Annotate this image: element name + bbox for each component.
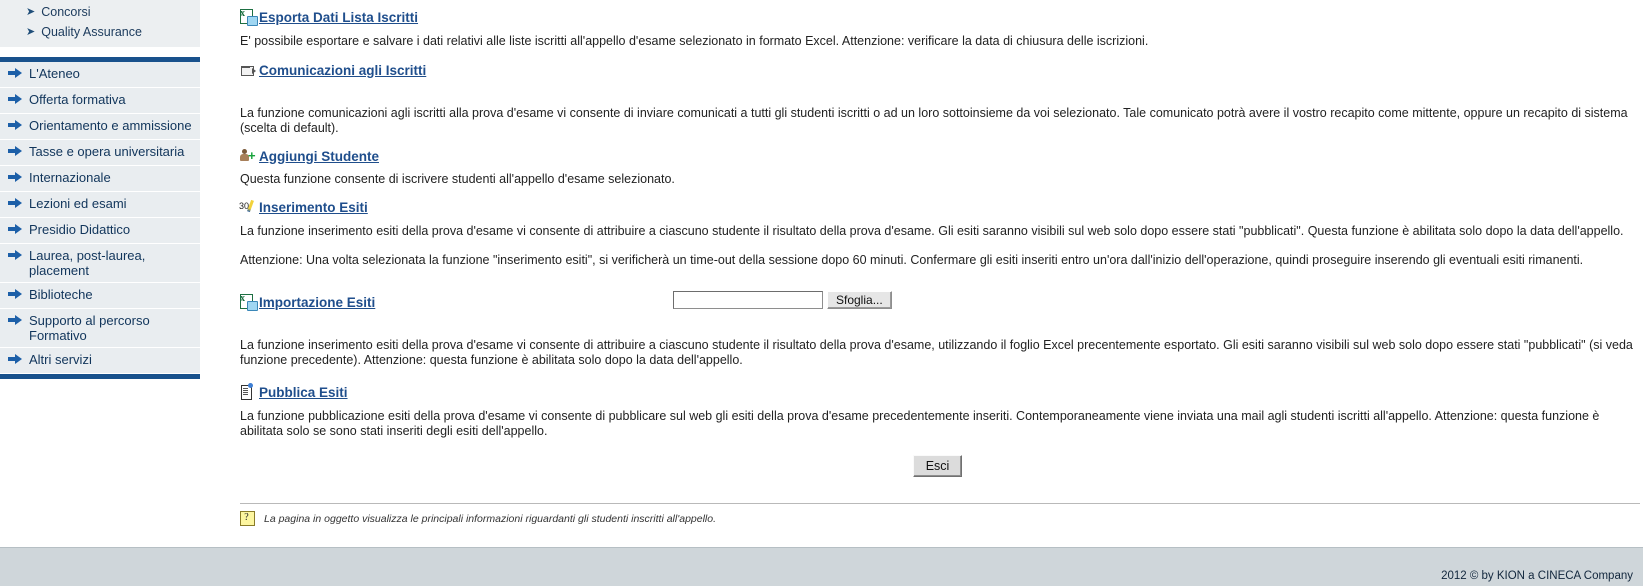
sidebar-item-label: Orientamento e ammissione [29,118,192,133]
paragraph-pubblica: La funzione pubblicazione esiti della pr… [240,409,1600,438]
sidebar-item-altri-servizi[interactable]: Altri servizi [0,348,200,374]
excel-import-icon: x [240,293,258,311]
link-importazione-esiti[interactable]: Importazione Esiti [259,295,375,310]
paragraph-comunicazioni: La funzione comunicazioni agli iscritti … [240,106,1628,135]
arrow-right-icon [8,94,22,104]
page-note-text: La pagina in oggetto visualizza le princ… [264,512,717,525]
section-header-esporta: x Esporta Dati Lista Iscritti [240,7,418,27]
sidebar-nav: L'Ateneo Offerta formativa Orientamento … [0,57,200,379]
arrow-right-icon [8,289,22,299]
sidebar-item-label: L'Ateneo [29,66,80,81]
sidebar-subitem-concorsi[interactable]: ➤ Concorsi [0,2,200,22]
sidebar-item-orientamento-e-ammissione[interactable]: Orientamento e ammissione [0,114,200,140]
sidebar-item-supporto-al-percorso-formativo[interactable]: Supporto al percorso Formativo [0,309,200,348]
mail-icon [240,64,256,76]
sidebar-item-label: Biblioteche [29,287,93,302]
paragraph-inserimento-2: Attenzione: Una volta selezionata la fun… [240,253,1584,267]
section-header-importazione: x Importazione Esiti [240,292,375,312]
arrow-right-icon: ➤ [26,5,36,18]
link-inserimento-esiti[interactable]: Inserimento Esiti [259,200,368,215]
section-header-inserimento: 30 Inserimento Esiti [239,197,368,217]
grade-pencil-icon: 30 [239,199,256,215]
link-pubblica-esiti[interactable]: Pubblica Esiti [259,385,348,400]
add-user-icon: + [240,148,256,164]
section-header-pubblica: Pubblica Esiti [240,382,348,402]
sidebar-item-label: Altri servizi [29,352,92,367]
main-content: x Esporta Dati Lista Iscritti E' possibi… [232,0,1643,586]
arrow-right-icon [8,315,22,325]
sidebar-item-label: Laurea, post-laurea, placement [29,248,146,278]
page-note: ? La pagina in oggetto visualizza le pri… [240,511,716,526]
sidebar-subitem-label: Quality Assurance [41,25,142,39]
sidebar-item-label: Tasse e opera universitaria [29,144,185,159]
footer-copyright: 2012 © by KION a CINECA Company [1441,570,1633,582]
section-header-aggiungi: + Aggiungi Studente [240,146,379,166]
sidebar-item-label: Internazionale [29,170,111,185]
arrow-right-icon [8,250,22,260]
sidebar-item-presidio-didattico[interactable]: Presidio Didattico [0,218,200,244]
arrow-right-icon [8,224,22,234]
arrow-right-icon [8,354,22,364]
paragraph-aggiungi: Questa funzione consente di iscrivere st… [240,172,675,186]
link-aggiungi-studente[interactable]: Aggiungi Studente [259,149,379,164]
sidebar-item-label: Lezioni ed esami [29,196,127,211]
exit-button[interactable]: Esci [912,455,963,477]
footer: 2012 © by KION a CINECA Company [0,547,1643,586]
arrow-right-icon [8,120,22,130]
arrow-right-icon [8,68,22,78]
exit-button-wrap: Esci [232,455,1643,477]
sidebar-item-label: Supporto al percorso Formativo [29,313,150,343]
sidebar-item-label: Offerta formativa [29,92,126,107]
paragraph-inserimento-1: La funzione inserimento esiti della prov… [240,224,1624,238]
arrow-right-icon: ➤ [26,25,36,38]
arrow-right-icon [8,172,22,182]
link-comunicazioni-agli-iscritti[interactable]: Comunicazioni agli Iscritti [259,63,426,78]
link-esporta-dati-lista-iscritti[interactable]: Esporta Dati Lista Iscritti [259,10,418,25]
publish-doc-icon [240,383,256,400]
sidebar-item-label: Presidio Didattico [29,222,131,237]
sidebar-submenu: ➤ Concorsi ➤ Quality Assurance [0,0,200,48]
paragraph-esporta: E' possibile esportare e salvare i dati … [240,34,1149,48]
divider [240,503,1640,504]
sidebar-item-lateneo[interactable]: L'Ateneo [0,62,200,88]
sidebar: ➤ Concorsi ➤ Quality Assurance L'Ateneo … [0,0,200,586]
sidebar-item-offerta-formativa[interactable]: Offerta formativa [0,88,200,114]
sidebar-item-tasse-e-opera-universitaria[interactable]: Tasse e opera universitaria [0,140,200,166]
sidebar-gap [0,48,200,57]
sidebar-item-biblioteche[interactable]: Biblioteche [0,283,200,309]
help-question-icon: ? [240,511,255,526]
sidebar-item-lezioni-ed-esami[interactable]: Lezioni ed esami [0,192,200,218]
file-upload-row: Sfoglia... [673,291,892,309]
page-root: ➤ Concorsi ➤ Quality Assurance L'Ateneo … [0,0,1643,586]
paragraph-importazione: La funzione inserimento esiti della prov… [240,338,1633,367]
sidebar-item-laurea-post-laurea-placement[interactable]: Laurea, post-laurea, placement [0,244,200,283]
browse-button[interactable]: Sfoglia... [827,291,892,309]
sidebar-item-internazionale[interactable]: Internazionale [0,166,200,192]
sidebar-subitem-quality-assurance[interactable]: ➤ Quality Assurance [0,22,200,42]
arrow-right-icon [8,198,22,208]
file-path-input[interactable] [673,291,823,309]
section-header-comunicazioni: Comunicazioni agli Iscritti [240,60,426,80]
arrow-right-icon [8,146,22,156]
excel-export-icon: x [240,8,258,26]
sidebar-subitem-label: Concorsi [41,5,91,19]
